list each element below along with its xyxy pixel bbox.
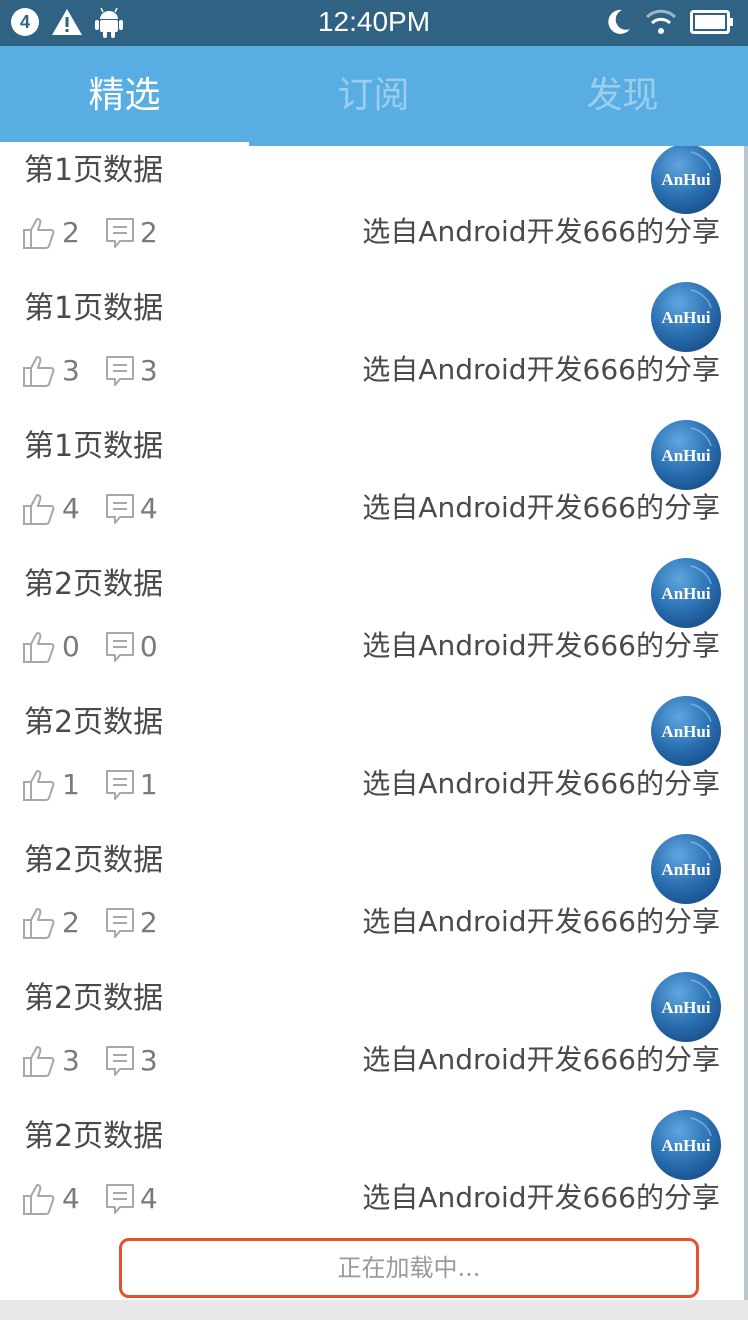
- item-title: 第2页数据: [24, 1119, 164, 1154]
- list-item[interactable]: 第2页数据 1 1 选自Android开发666的分享 AnHui: [0, 696, 748, 834]
- item-source: 选自Android开发666的分享: [362, 491, 720, 524]
- tab-subscriptions[interactable]: 订阅: [249, 46, 498, 146]
- comment-count: 0: [139, 630, 158, 663]
- tab-featured[interactable]: 精选: [0, 46, 249, 146]
- comment-count: 3: [139, 354, 158, 387]
- like-count: 3: [62, 1044, 80, 1077]
- item-source: 选自Android开发666的分享: [362, 1181, 720, 1214]
- list-item[interactable]: 第1页数据 2 2 选自Android开发666的分享 AnHui: [0, 146, 748, 282]
- comment-icon[interactable]: [104, 630, 136, 664]
- list-item[interactable]: 第1页数据 3 3 选自Android开发666的分享 AnHui: [0, 282, 748, 420]
- tab-discover[interactable]: 发现: [498, 46, 747, 146]
- comment-count: 2: [139, 906, 158, 939]
- avatar[interactable]: AnHui: [651, 420, 721, 490]
- item-meta: 2 2: [22, 210, 158, 254]
- avatar-text: AnHui: [661, 446, 710, 465]
- like-count: 4: [62, 1182, 80, 1215]
- item-meta: 3 3: [22, 348, 158, 392]
- thumbs-up-icon[interactable]: [22, 768, 58, 802]
- item-title: 第2页数据: [24, 981, 164, 1016]
- like-count: 2: [62, 216, 80, 249]
- loading-text: 正在加载中...: [337, 1254, 481, 1282]
- list-item[interactable]: 第1页数据 4 4 选自Android开发666的分享 AnHui: [0, 420, 748, 558]
- item-meta: 4 4: [22, 486, 158, 530]
- item-title: 第2页数据: [24, 843, 164, 878]
- thumbs-up-icon[interactable]: [22, 630, 58, 664]
- battery-icon: [690, 10, 733, 34]
- item-title: 第1页数据: [24, 153, 164, 188]
- item-title: 第2页数据: [24, 567, 164, 602]
- avatar-text: AnHui: [661, 584, 710, 603]
- item-source: 选自Android开发666的分享: [362, 767, 720, 800]
- item-source: 选自Android开发666的分享: [362, 905, 720, 938]
- item-title: 第2页数据: [24, 705, 164, 740]
- comment-icon[interactable]: [104, 1044, 136, 1078]
- list-item[interactable]: 第2页数据 0 0 选自Android开发666的分享 AnHui: [0, 558, 748, 696]
- tab-bar: 精选 订阅 发现: [0, 46, 748, 146]
- item-source: 选自Android开发666的分享: [362, 629, 720, 662]
- tab-subscriptions-label: 订阅: [337, 75, 410, 116]
- comment-count: 1: [139, 768, 158, 801]
- thumbs-up-icon[interactable]: [22, 354, 58, 388]
- item-meta: 4 4: [22, 1176, 158, 1220]
- comment-icon[interactable]: [104, 354, 136, 388]
- item-source: 选自Android开发666的分享: [362, 1043, 720, 1076]
- avatar-text: AnHui: [661, 170, 710, 189]
- avatar[interactable]: AnHui: [651, 146, 721, 214]
- avatar[interactable]: AnHui: [651, 282, 721, 352]
- comment-icon[interactable]: [104, 216, 136, 250]
- loading-indicator: 正在加载中...: [119, 1238, 699, 1298]
- tab-discover-label: 发现: [586, 75, 659, 116]
- avatar[interactable]: AnHui: [651, 972, 721, 1042]
- thumbs-up-icon[interactable]: [22, 1044, 58, 1078]
- thumbs-up-icon[interactable]: [22, 906, 58, 940]
- item-meta: 2 2: [22, 900, 158, 944]
- avatar[interactable]: AnHui: [651, 696, 721, 766]
- scroll-edge: [744, 146, 748, 1320]
- avatar-text: AnHui: [661, 998, 710, 1017]
- avatar-text: AnHui: [661, 308, 710, 327]
- like-count: 3: [62, 354, 80, 387]
- comment-count: 4: [139, 1182, 158, 1215]
- bottom-strip: [0, 1300, 748, 1320]
- status-time: 12:40PM: [317, 6, 431, 37]
- thumbs-up-icon[interactable]: [22, 492, 58, 526]
- like-count: 1: [62, 768, 80, 801]
- feed-list[interactable]: 第1页数据 2 2 选自Android开发666的分享 AnHui 第1页数据 …: [0, 146, 748, 1240]
- thumbs-up-icon[interactable]: [22, 216, 58, 250]
- item-source: 选自Android开发666的分享: [362, 215, 720, 248]
- item-title: 第1页数据: [24, 291, 164, 326]
- item-meta: 1 1: [22, 762, 158, 806]
- moon-icon: [608, 9, 630, 34]
- avatar[interactable]: AnHui: [651, 558, 721, 628]
- comment-count: 2: [139, 216, 158, 249]
- item-title: 第1页数据: [24, 429, 164, 464]
- comment-count: 4: [139, 492, 158, 525]
- comment-icon[interactable]: [104, 1182, 136, 1216]
- item-meta: 0 0: [22, 624, 158, 668]
- comment-icon[interactable]: [104, 768, 136, 802]
- status-bar: 4 12:40PM: [0, 0, 748, 46]
- comment-count: 3: [139, 1044, 158, 1077]
- avatar-text: AnHui: [661, 722, 710, 741]
- like-count: 4: [62, 492, 80, 525]
- avatar-text: AnHui: [661, 860, 710, 879]
- item-source: 选自Android开发666的分享: [362, 353, 720, 386]
- avatar[interactable]: AnHui: [651, 834, 721, 904]
- wifi-icon: [645, 9, 677, 34]
- like-count: 0: [62, 630, 80, 663]
- avatar-text: AnHui: [661, 1136, 710, 1155]
- comment-icon[interactable]: [104, 492, 136, 526]
- like-count: 2: [62, 906, 80, 939]
- item-meta: 3 3: [22, 1038, 158, 1082]
- list-item[interactable]: 第2页数据 2 2 选自Android开发666的分享 AnHui: [0, 834, 748, 972]
- list-item[interactable]: 第2页数据 3 3 选自Android开发666的分享 AnHui: [0, 972, 748, 1110]
- list-item[interactable]: 第2页数据 4 4 选自Android开发666的分享 AnHui: [0, 1110, 748, 1240]
- comment-icon[interactable]: [104, 906, 136, 940]
- tab-featured-label: 精选: [88, 75, 161, 116]
- avatar[interactable]: AnHui: [651, 1110, 721, 1180]
- thumbs-up-icon[interactable]: [22, 1182, 58, 1216]
